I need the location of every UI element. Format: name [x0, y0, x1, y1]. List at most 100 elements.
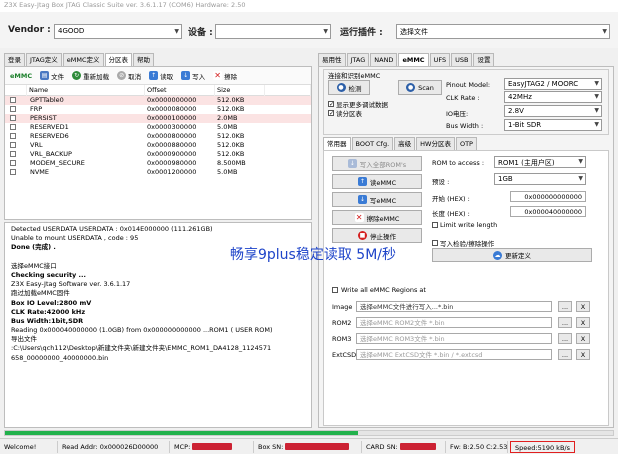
tab-partitions[interactable]: 分区表 [104, 53, 133, 67]
read-emmc-button[interactable]: ↑ 读eMMC [332, 174, 422, 189]
clear-button[interactable]: X [576, 349, 590, 360]
row-checkbox[interactable] [5, 114, 27, 123]
tab-usb[interactable]: USB [451, 53, 473, 66]
clear-button[interactable]: X [576, 317, 590, 328]
table-row[interactable]: RESERVED1 0x0000300000 5.0MB [5, 123, 311, 132]
tab-advanced[interactable]: 高级 [394, 137, 416, 150]
clear-button[interactable]: X [576, 301, 590, 312]
browse-button[interactable]: ... [558, 333, 572, 344]
row-checkbox[interactable] [5, 168, 27, 177]
detect-label: 检测 [348, 84, 362, 93]
read-label: 读取 [160, 72, 174, 81]
clk-select[interactable]: 42MHz ▼ [504, 91, 602, 103]
browse-button[interactable]: ... [558, 301, 572, 312]
row-size: 8.500MB [217, 159, 246, 167]
write-check-checkbox[interactable]: 写入检验/擦除操作 [432, 238, 494, 248]
read-button[interactable]: ↑ 读取 [147, 70, 175, 82]
tab-emmc[interactable]: eMMC [398, 53, 429, 67]
tab-help[interactable]: 帮助 [133, 53, 155, 66]
tab-jtag[interactable]: JTAG [346, 53, 370, 66]
bus-select[interactable]: 1-Bit SDR ▼ [504, 119, 602, 131]
tab-common[interactable]: 常用器 [323, 137, 351, 151]
erase-emmc-label: 擦除eMMC [366, 214, 400, 223]
tab-jtag-def[interactable]: JTAG定义 [26, 53, 62, 66]
table-row[interactable]: GPTTable0 0x0000000000 512.0KB [5, 96, 311, 105]
scan-button[interactable]: ● Scan [398, 80, 442, 95]
write-button[interactable]: ↓ 写入 [179, 70, 207, 82]
start-input[interactable]: 0x000000000000 [510, 191, 586, 202]
row-checkbox[interactable] [5, 132, 27, 141]
browse-button[interactable]: ... [558, 349, 572, 360]
plugin-select[interactable]: 选择文件 ▼ [396, 24, 610, 39]
length-label: 长度 (HEX) : [432, 210, 470, 218]
chevron-down-icon: ▼ [174, 28, 179, 35]
table-row[interactable]: NVME 0x0001200000 5.0MB [5, 168, 311, 177]
row-extra [265, 168, 311, 177]
table-row[interactable]: PERSIST 0x0000100000 2.0MB [5, 114, 311, 123]
upload-icon: ↑ [357, 177, 367, 186]
row-checkbox[interactable] [5, 159, 27, 168]
rom-file-input[interactable]: 选择eMMC文件进行写入...*.bin [356, 301, 552, 312]
rom-file-input[interactable]: 选择eMMC ExtCSD文件 *.bin / *.extcsd [356, 349, 552, 360]
table-header: Name Offset Size [5, 85, 311, 96]
write-all-roms-button[interactable]: ↓ 写入全部ROM's [332, 156, 422, 171]
status-speed: Speed:5190 kB/s [510, 440, 575, 453]
tab-boot-cfg[interactable]: BOOT Cfg. [351, 137, 394, 150]
rom-file-input[interactable]: 选择eMMC ROM2文件 *.bin [356, 317, 552, 328]
write-all-regions-checkbox[interactable]: Write all eMMC Regions at [332, 286, 426, 294]
preset-select[interactable]: 1GB ▼ [494, 173, 586, 185]
tab-otp[interactable]: OTP [455, 137, 477, 150]
row-checkbox[interactable] [5, 123, 27, 132]
device-select[interactable]: ▼ [215, 24, 331, 39]
emmc-button[interactable]: eMMC [8, 71, 34, 81]
io-select[interactable]: 2.8V ▼ [504, 105, 602, 117]
download-icon: ↓ [357, 195, 367, 204]
io-label: IO电压: [446, 110, 469, 118]
read-partition-checkbox[interactable]: ✓ 读分区表 [328, 108, 362, 118]
length-input[interactable]: 0x000040000000 [510, 206, 586, 217]
file-button[interactable]: ▤ 文件 [38, 70, 66, 82]
row-name: GPTTable0 [30, 96, 64, 104]
row-checkbox[interactable] [5, 141, 27, 150]
row-checkbox[interactable] [5, 150, 27, 159]
erase-button[interactable]: ✕ 擦除 [211, 70, 239, 82]
update-definition-button[interactable]: ☁ 更新定义 [432, 248, 592, 262]
table-row[interactable]: VRL 0x0000880000 512.0KB [5, 141, 311, 150]
checkbox-box [432, 240, 438, 246]
write-emmc-button[interactable]: ↓ 写eMMC [332, 192, 422, 207]
browse-button[interactable]: ... [558, 317, 572, 328]
rom-file-input[interactable]: 选择eMMC ROM3文件 *.bin [356, 333, 552, 344]
rom-file-label: ROM3 [332, 335, 352, 343]
rom-file-label: ROM2 [332, 319, 352, 327]
column-offset[interactable]: Offset [145, 85, 215, 96]
tab-settings[interactable]: 设置 [473, 53, 495, 66]
tab-easy[interactable]: 易用性 [318, 53, 346, 66]
row-checkbox[interactable] [5, 105, 27, 114]
table-row[interactable]: MODEM_SECURE 0x0000980000 8.500MB [5, 159, 311, 168]
reload-button[interactable]: ↻ 重新加载 [70, 70, 111, 82]
tab-hw-partition[interactable]: HW分区表 [416, 137, 455, 150]
tab-login[interactable]: 登录 [4, 53, 25, 66]
tab-nand[interactable]: NAND [370, 53, 398, 66]
vendor-select[interactable]: 4GOOD ▼ [54, 24, 182, 39]
tab-emmc-def[interactable]: eMMC定义 [62, 53, 104, 66]
column-name[interactable]: Name [27, 85, 145, 96]
rom-access-select[interactable]: ROM1 (主用户区) ▼ [494, 156, 586, 168]
pinout-select[interactable]: EasyJTAG2 / MOORC ▼ [504, 78, 602, 90]
erase-emmc-button[interactable]: ✕ 擦除eMMC [332, 210, 422, 225]
column-size[interactable]: Size [215, 85, 265, 96]
tab-ufs[interactable]: UFS [429, 53, 451, 66]
stop-button[interactable]: ■ 停止操作 [332, 228, 422, 243]
detect-button[interactable]: ● 检测 [328, 80, 370, 95]
common-tab-panel: ↓ 写入全部ROM's ↑ 读eMMC ↓ 写eMMC ✕ 擦除eMMC ■ 停止操作 R… [323, 150, 609, 426]
cancel-button[interactable]: ⊘ 取消 [115, 70, 143, 82]
clear-button[interactable]: X [576, 333, 590, 344]
row-checkbox[interactable] [5, 96, 27, 105]
partition-toolbar: eMMC ▤ 文件 ↻ 重新加载 ⊘ 取消 ↑ 读取 ↓ 写入 ✕ 擦除 [5, 67, 311, 85]
table-row[interactable]: VRL_BACKUP 0x0000900000 512.0KB [5, 150, 311, 159]
connect-group: 连接和识别eMMC ● 检测 ● Scan ✓ 显示更多调试数据 ✓ 读分区表 Pino… [323, 69, 609, 135]
table-row[interactable]: FRP 0x0000080000 512.0KB [5, 105, 311, 114]
table-row[interactable]: RESERVED6 0x0000800000 512.0KB [5, 132, 311, 141]
start-label: 开始 (HEX) : [432, 195, 470, 203]
limit-write-checkbox[interactable]: Limit write length [432, 221, 497, 229]
